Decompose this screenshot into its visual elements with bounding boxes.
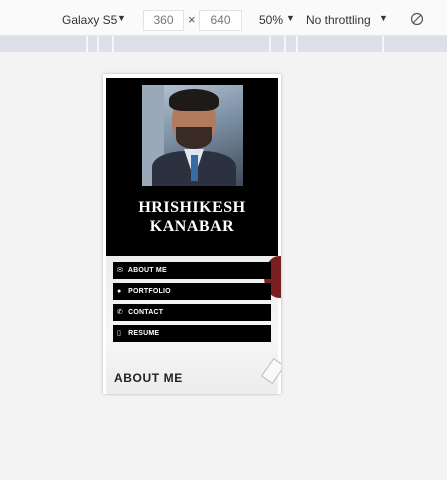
nav-about-me-button[interactable]: ✉ ABOUT ME — [113, 262, 271, 279]
nav-label: ABOUT ME — [127, 267, 167, 274]
nav-label: RESUME — [128, 330, 160, 337]
media-query-bar[interactable] — [0, 36, 447, 52]
nav-label: CONTACT — [128, 309, 164, 316]
zoom-select[interactable]: 50% ▼ — [259, 13, 295, 27]
profile-name-last: KANABAR — [149, 218, 235, 235]
zoom-select-label: 50% — [259, 13, 284, 27]
envelope-icon: ✉ — [117, 267, 124, 274]
throttle-select-label: No throttling — [306, 13, 371, 27]
profile-header: HRISHIKESH KANABAR — [106, 78, 278, 256]
media-query-marker — [269, 36, 271, 52]
mobile-icon: ▯ — [117, 330, 122, 337]
profile-photo — [142, 85, 243, 186]
device-select[interactable]: Galaxy S5 ▼ — [62, 13, 126, 27]
device-select-label: Galaxy S5 — [62, 13, 118, 27]
device-toolbar: Galaxy S5 ▼ 360 × 640 50% ▼ No throttlin… — [0, 0, 447, 36]
media-query-marker — [382, 36, 384, 52]
profile-name-first: HRISHIKESH — [138, 199, 246, 216]
chevron-down-icon: ▼ — [117, 13, 126, 23]
nav-resume-button[interactable]: ▯ RESUME — [113, 325, 271, 342]
nav-portfolio-button[interactable]: ● PORTFOLIO — [113, 283, 271, 300]
rotate-icon[interactable] — [410, 12, 424, 26]
height-input[interactable]: 640 — [199, 10, 242, 31]
nav-contact-button[interactable]: ✆ CONTACT — [113, 304, 271, 321]
device-viewport: HRISHIKESH KANABAR ✉ ABOUT ME ● PORTFOLI… — [103, 74, 281, 394]
chevron-down-icon: ▼ — [286, 13, 295, 23]
media-query-marker — [86, 36, 88, 52]
width-input[interactable]: 360 — [143, 10, 184, 31]
profile-name: HRISHIKESH KANABAR — [106, 198, 278, 236]
media-query-marker — [97, 36, 99, 52]
nav-label: PORTFOLIO — [128, 288, 171, 295]
phone-icon: ✆ — [117, 309, 124, 316]
media-query-marker — [112, 36, 114, 52]
media-query-marker — [284, 36, 286, 52]
media-query-marker — [296, 36, 298, 52]
background-decoration — [260, 357, 281, 385]
page-content: ✉ ABOUT ME ● PORTFOLIO ✆ CONTACT ▯ RESUM… — [106, 256, 281, 394]
section-title: ABOUT ME — [114, 371, 183, 385]
dimension-separator: × — [188, 12, 196, 27]
chat-bubble-icon: ● — [117, 288, 122, 295]
throttle-select[interactable]: No throttling ▼ — [306, 13, 388, 27]
chevron-down-icon: ▼ — [379, 13, 388, 23]
